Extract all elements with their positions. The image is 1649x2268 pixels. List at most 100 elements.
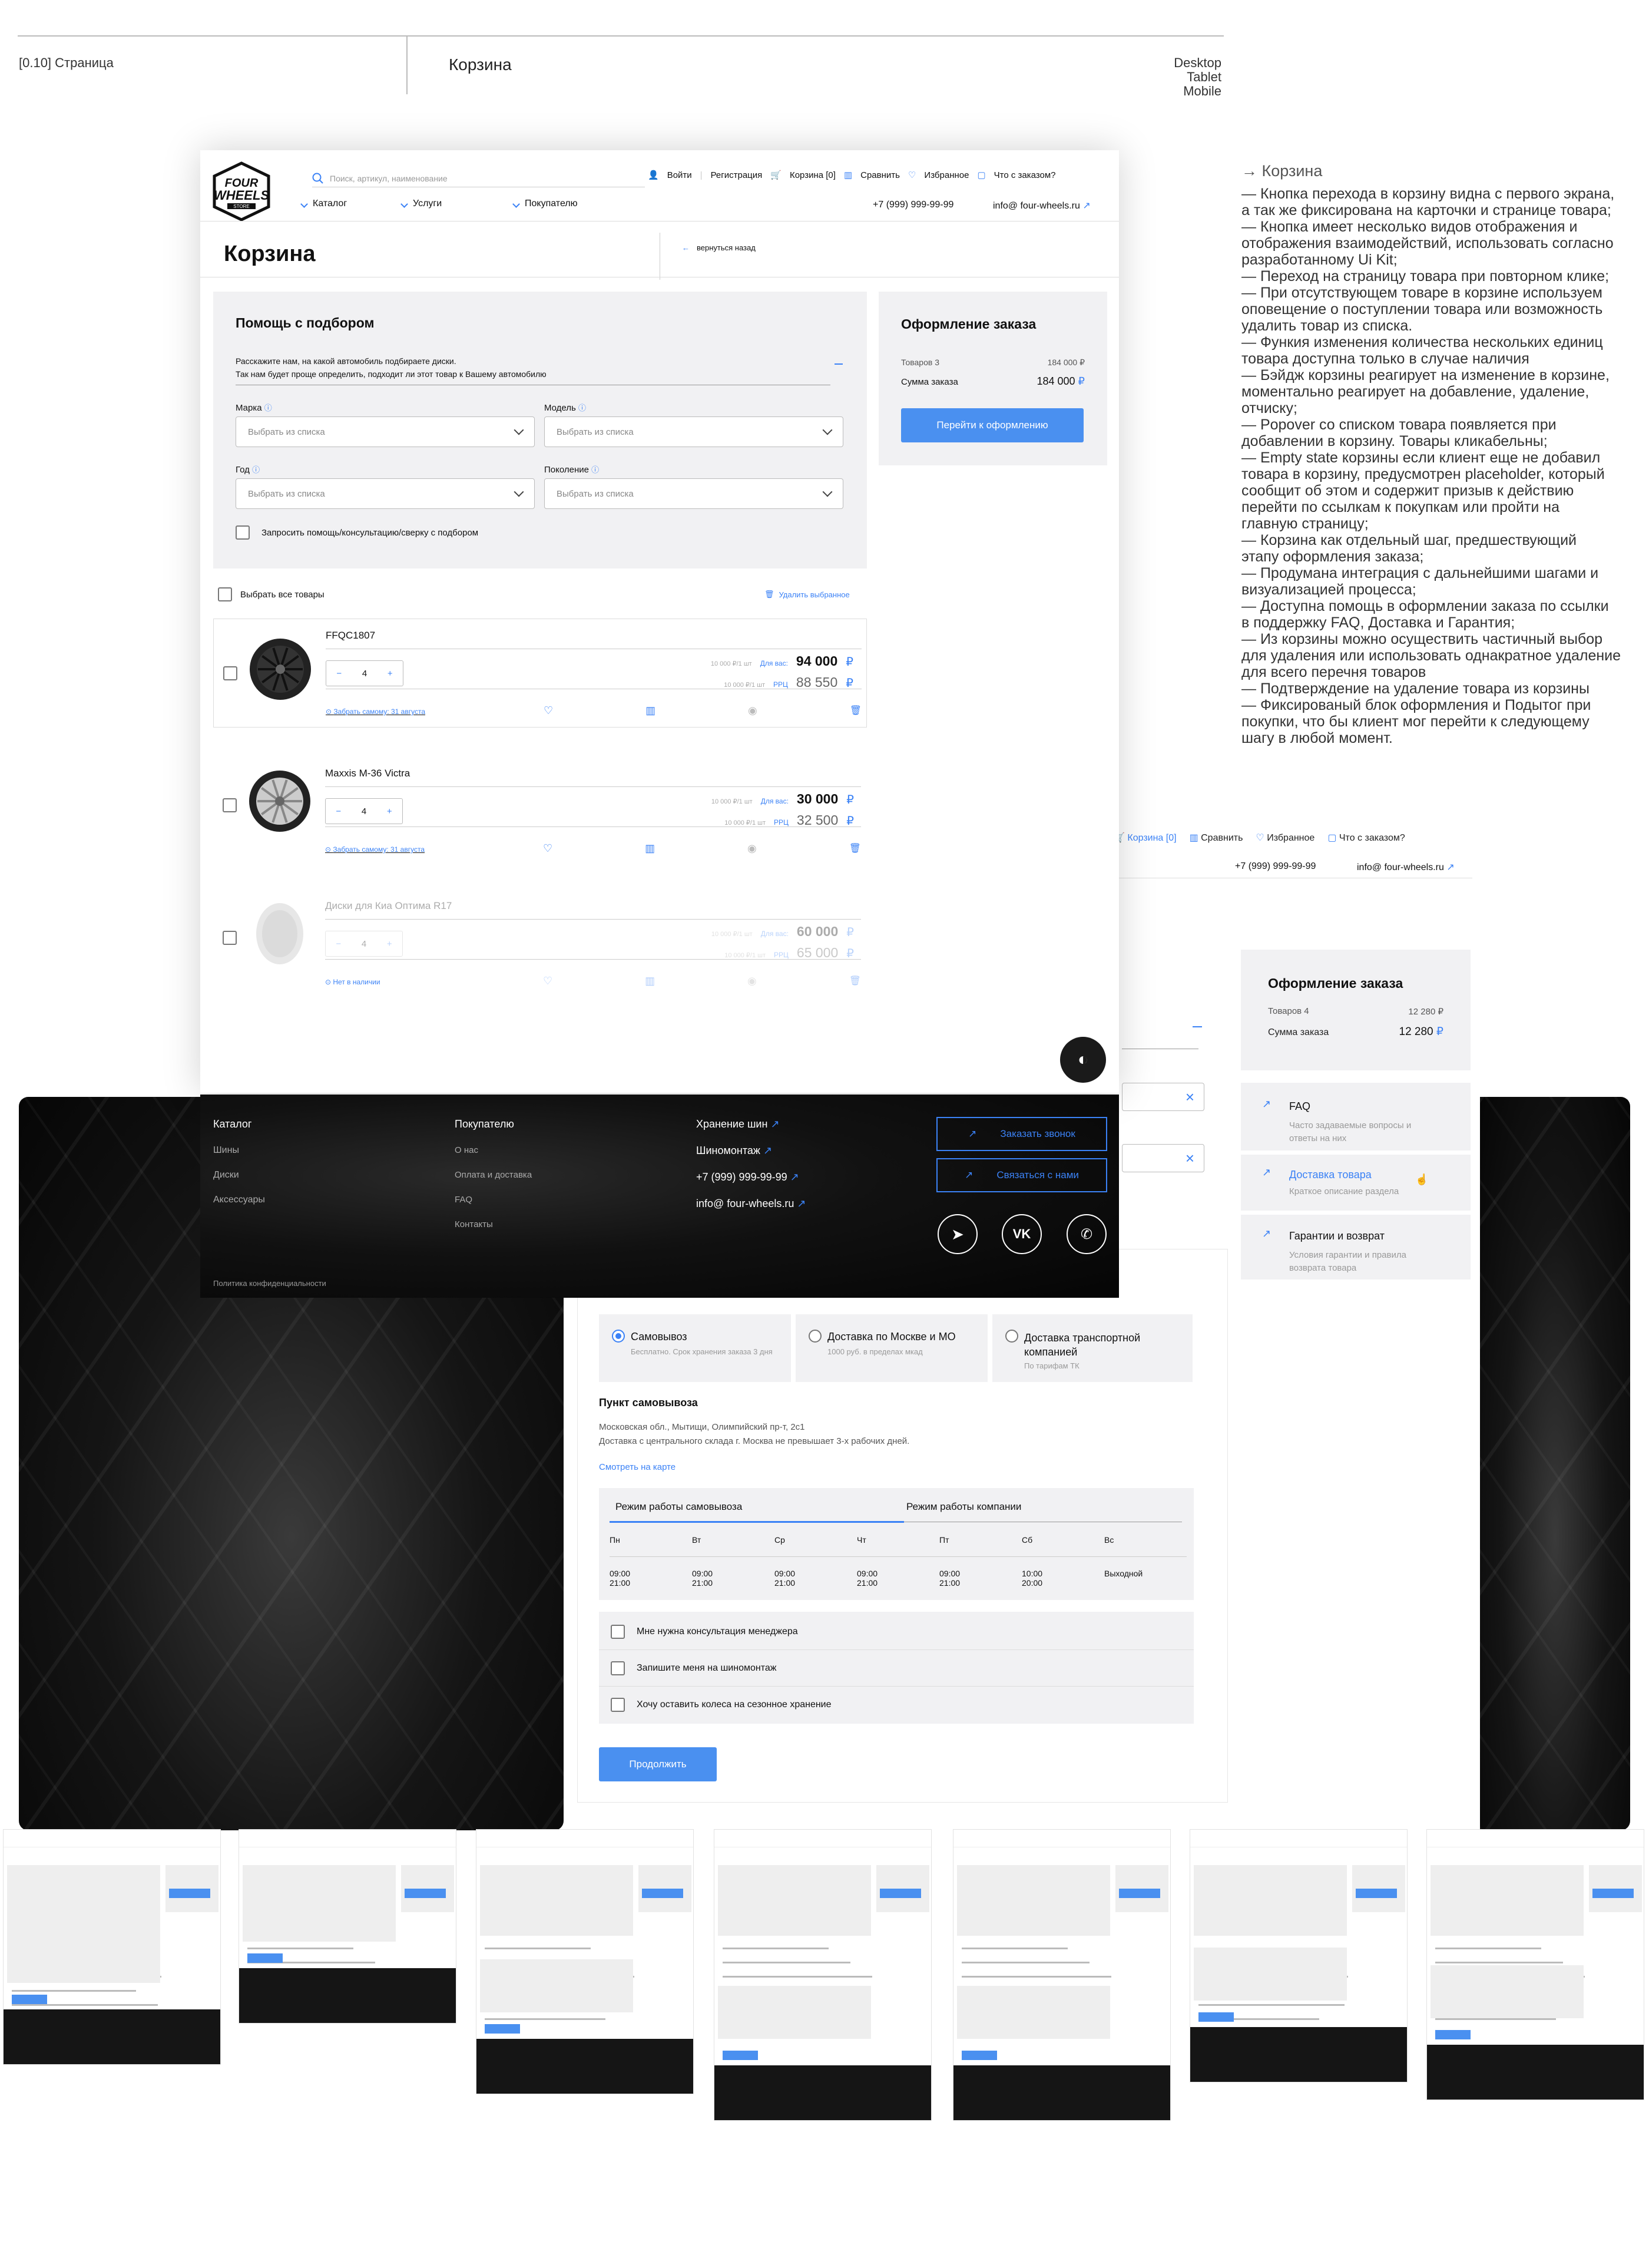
- minus-icon[interactable]: −: [336, 939, 341, 949]
- nav-services[interactable]: Услуги: [400, 199, 514, 209]
- item-name[interactable]: Maxxis M-36 Victra: [325, 768, 410, 779]
- footer-tire-service[interactable]: Шиномонтаж ↗: [696, 1145, 772, 1157]
- telegram-icon[interactable]: ➤: [938, 1214, 978, 1254]
- chat-button[interactable]: ◐: [1060, 1037, 1106, 1083]
- item-name[interactable]: FFQC1807: [326, 630, 375, 642]
- call-button[interactable]: ↗ Заказать звонок: [936, 1117, 1107, 1151]
- s2-cart-link[interactable]: 🛒 Корзина [0]: [1113, 832, 1177, 844]
- radio[interactable]: [809, 1330, 822, 1343]
- back-link[interactable]: ← вернуться назад: [682, 243, 756, 252]
- footer-catalog-2[interactable]: Диски: [213, 1170, 239, 1181]
- s2-summary-title: Оформление заказа: [1268, 976, 1403, 991]
- footer-buyers-3[interactable]: FAQ: [455, 1195, 472, 1205]
- footer-email[interactable]: info@ four-wheels.ru ↗: [696, 1198, 806, 1210]
- heart-icon[interactable]: ♡: [543, 842, 552, 855]
- delete-selected[interactable]: 🗑 Удалить выбранное: [764, 590, 850, 599]
- s2-delivery-link[interactable]: ↗ Доставка товара Краткое описание разде…: [1241, 1155, 1471, 1211]
- footer-buyers-4[interactable]: Контакты: [455, 1219, 493, 1229]
- compare-link[interactable]: Сравнить: [860, 170, 900, 180]
- delivery-option-moscow[interactable]: Доставка по Москве и МО 1000 руб. в пред…: [796, 1314, 988, 1382]
- contact-button[interactable]: ↗ Связаться с нами: [936, 1158, 1107, 1192]
- continue-button[interactable]: Продолжить: [599, 1747, 717, 1781]
- item-checkbox[interactable]: [223, 798, 237, 812]
- item-name[interactable]: Диски для Киа Оптима R17: [325, 900, 452, 912]
- notify-icon[interactable]: ◉: [748, 705, 757, 717]
- s2-phone[interactable]: +7 (999) 999-99-99: [1235, 861, 1316, 872]
- compare-icon[interactable]: ▥: [645, 842, 655, 855]
- footer-catalog-3[interactable]: Аксессуары: [213, 1195, 265, 1205]
- footer-phone[interactable]: +7 (999) 999-99-99 ↗: [696, 1171, 799, 1183]
- cart-link[interactable]: Корзина [0]: [790, 170, 836, 180]
- nav-catalog[interactable]: Каталог: [300, 199, 402, 209]
- option-storage[interactable]: Хочу оставить колеса на сезонное хранени…: [611, 1698, 832, 1712]
- search-input[interactable]: Поиск, артикул, наименование: [330, 174, 448, 183]
- s2-favorites-link[interactable]: ♡ Избранное: [1256, 832, 1314, 844]
- select-all[interactable]: Выбрать все товары: [218, 587, 324, 601]
- item-checkbox[interactable]: [223, 931, 237, 945]
- heart-icon[interactable]: ♡: [543, 975, 552, 987]
- nav-buyers[interactable]: Покупателю: [512, 199, 625, 209]
- search-bar[interactable]: Поиск, артикул, наименование: [312, 168, 630, 189]
- note-line: добавлении в корзину. Товары кликабельны…: [1241, 433, 1548, 449]
- favorites-link[interactable]: Избранное: [924, 170, 969, 180]
- trash-icon[interactable]: 🗑: [850, 705, 862, 717]
- s2-warranty-link[interactable]: ↗ Гарантии и возврат Условия гарантии и …: [1241, 1215, 1471, 1280]
- notify-icon[interactable]: ◉: [747, 975, 757, 987]
- field-year[interactable]: Выбрать из списка: [236, 478, 535, 509]
- s2-field-1[interactable]: ×: [1122, 1083, 1204, 1111]
- s2-field-2[interactable]: ×: [1122, 1144, 1204, 1172]
- plus-icon[interactable]: +: [387, 939, 392, 949]
- map-link[interactable]: Смотреть на карте: [599, 1462, 676, 1472]
- option-tire-service[interactable]: Запишите меня на шиномонтаж: [611, 1661, 776, 1675]
- radio[interactable]: [1005, 1330, 1018, 1343]
- site-logo[interactable]: FOUR WHEELS STORE: [211, 161, 273, 223]
- login-link[interactable]: Войти: [667, 170, 692, 180]
- compare-icon[interactable]: ▥: [645, 705, 655, 717]
- option-consult[interactable]: Мне нужна консультация менеджера: [611, 1625, 798, 1639]
- register-link[interactable]: Регистрация: [711, 170, 763, 180]
- s2-order-status-link[interactable]: ▢ Что с заказом?: [1327, 832, 1405, 844]
- note-line: товара доступна только в случае наличия: [1241, 351, 1529, 367]
- trash-icon[interactable]: 🗑: [849, 842, 861, 855]
- notify-icon[interactable]: ◉: [747, 842, 757, 855]
- s2-compare-link[interactable]: ▥ Сравнить: [1190, 832, 1243, 844]
- item-checkbox[interactable]: [223, 666, 237, 680]
- tab-company-hours[interactable]: Режим работы компании: [906, 1501, 1021, 1513]
- note-line: главную страницу;: [1241, 515, 1369, 532]
- compare-icon: ▥: [843, 170, 853, 180]
- minus-icon[interactable]: −: [336, 669, 342, 679]
- header-email[interactable]: info@ four-wheels.ru ↗: [993, 200, 1091, 211]
- request-help-checkbox[interactable]: Запросить помощь/консультацию/сверку с п…: [236, 525, 478, 540]
- s2-email[interactable]: info@ four-wheels.ru ↗: [1357, 861, 1455, 873]
- whatsapp-icon[interactable]: ✆: [1067, 1214, 1107, 1254]
- field-model[interactable]: Выбрать из списка: [544, 416, 843, 447]
- tab-pickup-hours[interactable]: Режим работы самовывоза: [615, 1501, 742, 1513]
- note-line: перейти по ссылкам к покупкам или пройти…: [1241, 499, 1559, 515]
- note-line: — Продумана интеграция с дальнейшими шаг…: [1241, 565, 1599, 581]
- s2-sum-label: Сумма заказа: [1268, 1027, 1329, 1037]
- vk-icon[interactable]: VK: [1002, 1214, 1042, 1254]
- compare-icon[interactable]: ▥: [645, 975, 655, 987]
- order-status-link[interactable]: Что с заказом?: [994, 170, 1056, 180]
- plus-icon[interactable]: +: [387, 806, 392, 816]
- plus-icon[interactable]: +: [388, 669, 393, 679]
- s2-faq-link[interactable]: ↗ FAQ Часто задаваемые вопросы и ответы …: [1241, 1083, 1471, 1150]
- footer-catalog-1[interactable]: Шины: [213, 1145, 239, 1156]
- qty-stepper[interactable]: −4 +: [325, 798, 403, 824]
- delivery-option-tk[interactable]: Доставка транспортной компанией По тариф…: [992, 1314, 1193, 1382]
- qty-stepper[interactable]: −4 +: [325, 931, 403, 957]
- checkout-button[interactable]: Перейти к оформлению: [901, 408, 1084, 442]
- minus-icon[interactable]: −: [336, 806, 341, 816]
- qty-stepper[interactable]: −4 +: [326, 660, 403, 686]
- trash-icon[interactable]: 🗑: [849, 975, 861, 987]
- delivery-option-pickup[interactable]: Самовывоз Бесплатно. Срок хранения заказ…: [599, 1314, 791, 1382]
- header-phone[interactable]: +7 (999) 999-99-99: [873, 200, 953, 210]
- footer-buyers-2[interactable]: Оплата и доставка: [455, 1170, 532, 1180]
- privacy-link[interactable]: Политика конфиденциальности: [213, 1279, 326, 1288]
- heart-icon[interactable]: ♡: [544, 705, 553, 717]
- field-brand[interactable]: Выбрать из списка: [236, 416, 535, 447]
- radio-checked[interactable]: [612, 1330, 625, 1343]
- field-generation[interactable]: Выбрать из списка: [544, 478, 843, 509]
- footer-storage[interactable]: Хранение шин ↗: [696, 1118, 780, 1130]
- footer-buyers-1[interactable]: О нас: [455, 1145, 478, 1155]
